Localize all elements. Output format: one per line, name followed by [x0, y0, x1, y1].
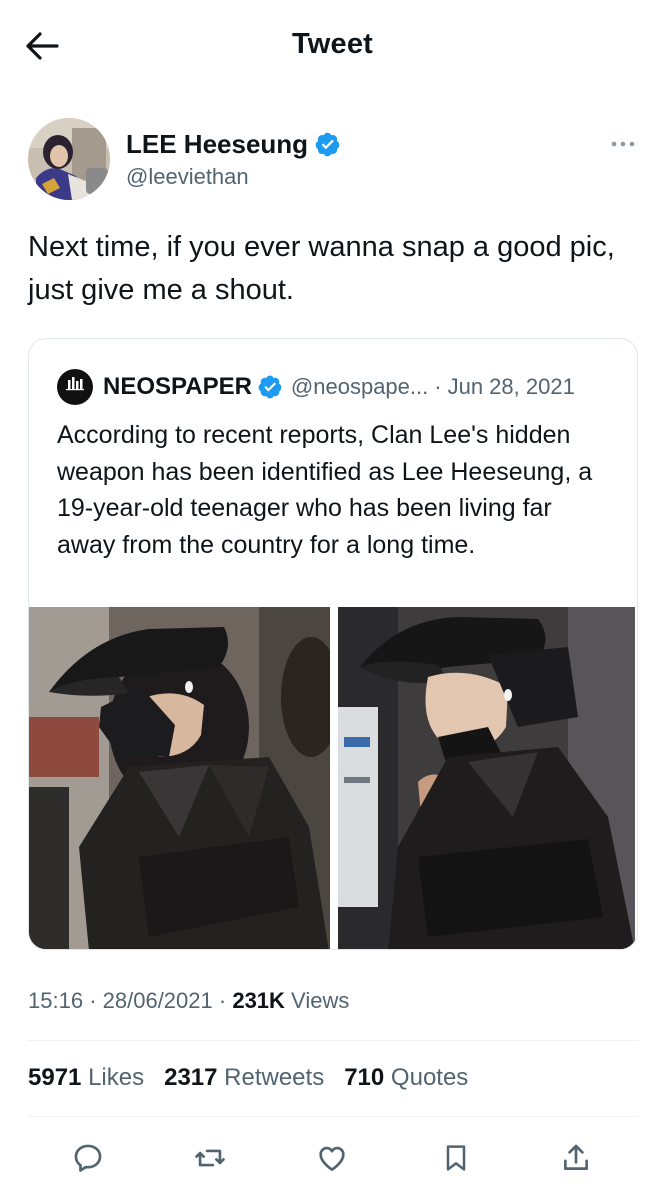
- quoted-author-handle: @neospape...: [290, 374, 429, 399]
- retweet-button[interactable]: [190, 1138, 230, 1178]
- share-icon: [564, 1144, 588, 1170]
- tweet-date[interactable]: 28/06/2021: [103, 988, 213, 1013]
- divider: [28, 1040, 638, 1041]
- reply-icon: [74, 1144, 102, 1172]
- top-bar: Tweet: [0, 0, 665, 92]
- views-label: Views: [291, 988, 350, 1013]
- tweet-timestamp: 15:16 · 28/06/2021 · 231K Views: [28, 988, 349, 1014]
- verified-badge-icon: [315, 132, 340, 157]
- quoted-tweet-media: [29, 607, 637, 949]
- views-count: 231K: [232, 988, 285, 1013]
- retweets-count: 2317: [164, 1064, 218, 1091]
- more-dots-icon: [611, 141, 635, 147]
- retweets-label: Retweets: [224, 1064, 325, 1091]
- engagement-stats: 5971 Likes 2317 Retweets 710 Quotes: [28, 1064, 468, 1092]
- tweet-author: LEE Heeseung @leeviethan: [28, 118, 638, 202]
- retweets-stat[interactable]: 2317 Retweets: [164, 1064, 324, 1092]
- tweet-text: Next time, if you ever wanna snap a good…: [28, 231, 615, 306]
- verified-badge-icon: [258, 375, 282, 399]
- quoted-author-name[interactable]: NEOSPAPER: [103, 373, 252, 401]
- like-icon: [319, 1146, 345, 1171]
- quoted-photo-2[interactable]: [338, 607, 637, 949]
- quoted-tweet-text: According to recent reports, Clan Lee's …: [57, 421, 593, 559]
- timestamp-separator: ·: [89, 988, 97, 1013]
- divider: [28, 1116, 638, 1117]
- quotes-count: 710: [344, 1064, 385, 1091]
- bookmark-icon: [446, 1145, 466, 1171]
- quoted-tweet[interactable]: NEOSPAPER @neospape... · Jun 28, 2021 Ac…: [28, 338, 638, 950]
- share-button[interactable]: [556, 1138, 596, 1178]
- quoted-tweet-header: NEOSPAPER @neospape... · Jun 28, 2021: [57, 369, 575, 405]
- author-name[interactable]: LEE Heeseung: [126, 129, 341, 160]
- retweet-icon: [195, 1149, 225, 1167]
- avatar[interactable]: [28, 118, 110, 200]
- neospaper-logo[interactable]: [57, 369, 93, 405]
- meta-separator: ·: [434, 374, 442, 399]
- timestamp-separator: ·: [218, 988, 227, 1013]
- tweet-time[interactable]: 15:16: [28, 988, 83, 1013]
- like-button[interactable]: [312, 1138, 352, 1178]
- author-handle: @leeviethan: [126, 164, 249, 189]
- quotes-label: Quotes: [390, 1064, 469, 1091]
- quoted-photo-1[interactable]: [29, 607, 330, 949]
- likes-label: Likes: [88, 1064, 145, 1091]
- likes-count: 5971: [28, 1064, 82, 1091]
- author-name-text: LEE Heeseung: [126, 129, 309, 159]
- quotes-stat[interactable]: 710 Quotes: [344, 1064, 468, 1092]
- tweet-action-bar: [0, 1138, 665, 1184]
- page-title: Tweet: [291, 28, 374, 60]
- likes-stat[interactable]: 5971 Likes: [28, 1064, 144, 1092]
- quoted-tweet-date[interactable]: Jun 28, 2021: [448, 374, 575, 400]
- reply-button[interactable]: [68, 1138, 108, 1178]
- more-button[interactable]: [608, 134, 638, 154]
- bookmark-button[interactable]: [436, 1138, 476, 1178]
